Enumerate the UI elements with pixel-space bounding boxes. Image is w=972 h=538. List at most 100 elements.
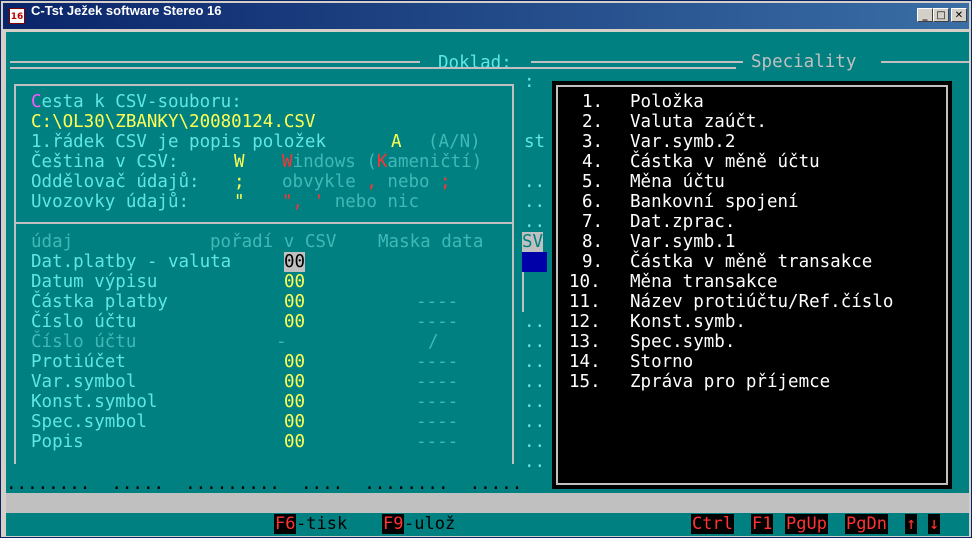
field-row-mask[interactable]: ---- xyxy=(416,292,458,312)
arrow-down-icon[interactable]: ↓ xyxy=(928,514,941,534)
field-row-name: Částka platby xyxy=(31,292,168,312)
field-row-mask[interactable]: ---- xyxy=(416,432,458,452)
field-row-order[interactable]: 00 xyxy=(284,432,305,452)
f9-key[interactable]: F9 xyxy=(382,514,405,534)
f1-key[interactable]: F1 xyxy=(751,514,774,534)
field-row-mask[interactable]: ---- xyxy=(416,412,458,432)
first-row-value[interactable]: A xyxy=(391,132,402,152)
speciality-number: 5. xyxy=(582,172,604,192)
speciality-number: 15. xyxy=(569,372,601,392)
field-row-name: Protiúčet xyxy=(31,352,126,372)
csv-divider xyxy=(14,222,514,224)
field-row-mask[interactable]: ---- xyxy=(416,372,458,392)
pgdn-key[interactable]: PgDn xyxy=(845,514,888,534)
field-row-name: Popis xyxy=(31,432,84,452)
speciality-item[interactable]: Částka v měně transakce xyxy=(630,252,872,272)
middle-sv: SV xyxy=(522,232,544,252)
f6-label[interactable]: -tisk xyxy=(296,514,347,534)
doklad-header: Doklad: xyxy=(438,53,512,73)
field-row-mask[interactable]: ---- xyxy=(416,352,458,372)
quotes-value[interactable]: " xyxy=(234,192,245,212)
middle-dot-row: .. xyxy=(524,192,546,212)
field-row-order[interactable]: 00 xyxy=(284,252,306,272)
speciality-item[interactable]: Bankovní spojení xyxy=(630,192,799,212)
maximize-button[interactable]: □ xyxy=(933,8,949,22)
middle-dot-row: .. xyxy=(524,332,546,352)
middle-dot-row: .. xyxy=(524,412,546,432)
field-row-name: Spec.symbol xyxy=(31,412,147,432)
quotes-label: Uvozovky údajů: xyxy=(31,192,190,212)
speciality-number: 8. xyxy=(582,232,604,252)
minimize-button[interactable]: _ xyxy=(917,8,933,22)
speciality-item[interactable]: Dat.zprac. xyxy=(630,212,735,232)
f6-key[interactable]: F6 xyxy=(274,514,297,534)
speciality-item[interactable]: Název protiúčtu/Ref.číslo xyxy=(630,292,893,312)
middle-highlight xyxy=(522,252,547,272)
csv-path-label: Cesta k CSV-souboru: xyxy=(31,92,242,112)
speciality-item[interactable]: Měna účtu xyxy=(630,172,725,192)
middle-dot-row: .. xyxy=(524,172,546,192)
middle-block xyxy=(522,272,547,312)
speciality-item[interactable]: Spec.symb. xyxy=(630,332,735,352)
field-row-order[interactable]: 00 xyxy=(284,352,305,372)
field-row-order[interactable]: 00 xyxy=(284,412,305,432)
app-window: 16 C-Tst Ježek software Stereo 16 _ □ ✕ … xyxy=(0,0,972,538)
speciality-item[interactable]: Storno xyxy=(630,352,693,372)
field-row-name: Konst.symbol xyxy=(31,392,158,412)
csv-path-value[interactable]: C:\OL30\ZBANKY\20080124.CSV xyxy=(31,112,315,132)
speciality-item[interactable]: Položka xyxy=(630,92,704,112)
first-row-label: 1.řádek CSV je popis položek xyxy=(31,132,327,152)
field-row-mask[interactable]: ---- xyxy=(416,312,458,332)
speciality-item[interactable]: Konst.symb. xyxy=(630,312,746,332)
separator-options: obvykle , nebo ; xyxy=(282,172,451,192)
field-row-name: Datum výpisu xyxy=(31,272,158,292)
arrow-up-icon[interactable]: ↑ xyxy=(905,514,918,534)
field-row-order[interactable]: 00 xyxy=(284,372,305,392)
speciality-number: 4. xyxy=(582,152,604,172)
ctrl-key[interactable]: Ctrl xyxy=(691,514,734,534)
app-icon[interactable]: 16 xyxy=(9,8,25,24)
field-row-order[interactable]: 00 xyxy=(284,312,305,332)
speciality-number: 7. xyxy=(582,212,604,232)
field-row-name: Dat.platby - valuta xyxy=(31,252,232,272)
console-screen: Doklad: Cesta k CSV-souboru: C:\OL30\ZBA… xyxy=(6,32,969,536)
status-dots: ........ ..... ......... .... ........ .… xyxy=(6,474,523,494)
speciality-number: 13. xyxy=(569,332,601,352)
middle-dot-row: .. xyxy=(524,352,546,372)
speciality-number: 12. xyxy=(569,312,601,332)
field-row-order[interactable]: 00 xyxy=(284,272,305,292)
separator-label: Oddělovač údajů: xyxy=(31,172,200,192)
title-bar[interactable]: 16 C-Tst Ježek software Stereo 16 _ □ ✕ xyxy=(3,3,969,29)
middle-dot-row: .. xyxy=(524,212,546,232)
encoding-options: Windows (Kameničtí) xyxy=(282,152,483,172)
doklad-rule-left xyxy=(10,61,420,63)
speciality-item[interactable]: Částka v měně účtu xyxy=(630,152,820,172)
speciality-item[interactable]: Zpráva pro příjemce xyxy=(630,372,830,392)
field-row-order[interactable]: - xyxy=(276,332,287,352)
encoding-value[interactable]: W xyxy=(234,152,245,172)
specialities-title: Speciality xyxy=(751,52,857,72)
specialities-title-bar: Speciality xyxy=(731,50,969,76)
speciality-item[interactable]: Var.symb.2 xyxy=(630,132,735,152)
speciality-item[interactable]: Valuta zaúčt. xyxy=(630,112,767,132)
field-row-mask[interactable]: / xyxy=(428,332,439,352)
close-button[interactable]: ✕ xyxy=(951,8,967,22)
fields-header-order: pořadí v CSV xyxy=(210,232,337,252)
middle-dot-row: .. xyxy=(524,392,546,412)
quotes-options: ", ' nebo nic xyxy=(282,192,420,212)
speciality-number: 10. xyxy=(569,272,601,292)
field-row-order[interactable]: 00 xyxy=(284,392,305,412)
middle-dot-row: .. xyxy=(524,372,546,392)
speciality-number: 1. xyxy=(582,92,604,112)
pgup-key[interactable]: PgUp xyxy=(785,514,828,534)
f9-label[interactable]: -ulož xyxy=(404,514,455,534)
speciality-item[interactable]: Měna transakce xyxy=(630,272,778,292)
field-row-name: Číslo účtu xyxy=(31,332,137,352)
field-row-name: Číslo účtu xyxy=(31,312,137,332)
speciality-number: 11. xyxy=(569,292,601,312)
field-row-order[interactable]: 00 xyxy=(284,292,305,312)
doklad-rule-bottom xyxy=(10,67,736,69)
field-row-mask[interactable]: ---- xyxy=(416,392,458,412)
speciality-item[interactable]: Var.symb.1 xyxy=(630,232,735,252)
separator-value[interactable]: ; xyxy=(234,172,245,192)
